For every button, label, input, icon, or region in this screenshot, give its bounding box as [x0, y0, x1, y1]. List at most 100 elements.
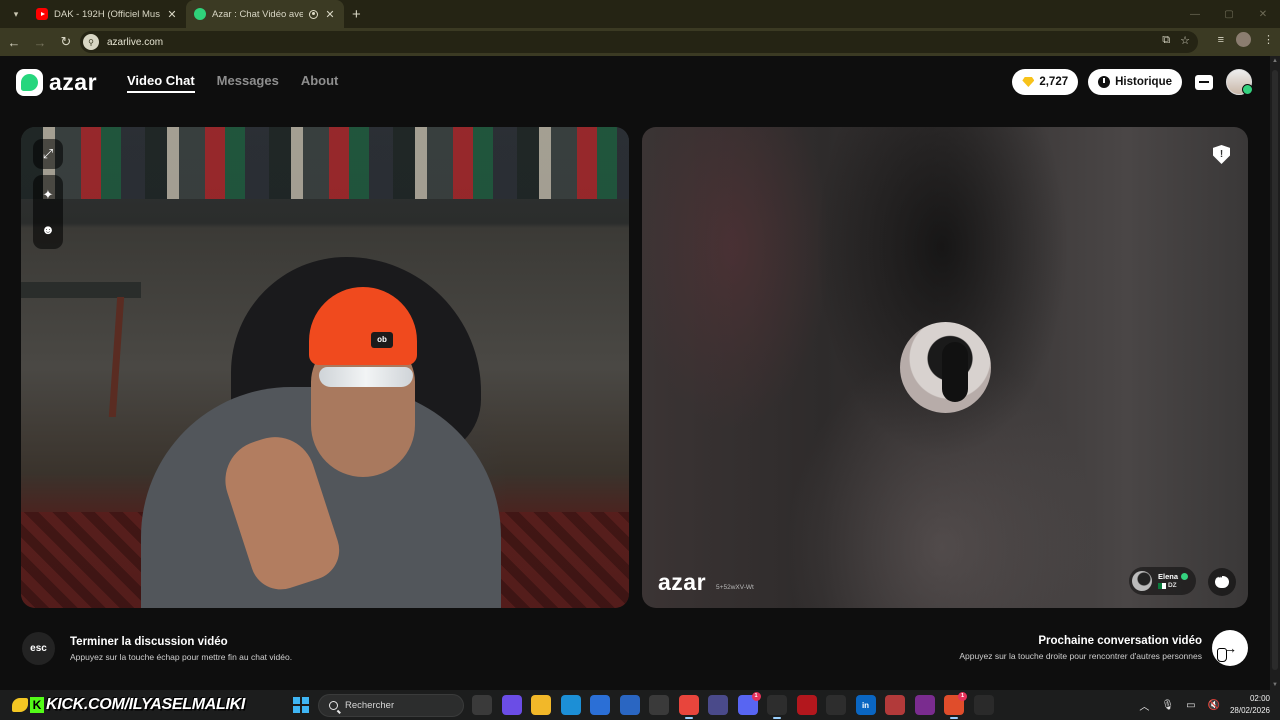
header-actions: 2,727 Historique	[1012, 69, 1253, 95]
onenote-icon[interactable]	[914, 695, 935, 715]
minimize-icon[interactable]: —	[1178, 0, 1212, 28]
remote-video-panel: ! azar 5+52wXV-Wt Elena DZ	[642, 127, 1248, 608]
windows-start-icon[interactable]	[293, 697, 309, 713]
windows-taskbar: K KICK.COM/ILYASELMALIKI Rechercher 1 in 1…	[0, 690, 1280, 720]
brave-icon[interactable]: 1	[944, 692, 967, 719]
close-tab-icon[interactable]: ✕	[166, 8, 178, 21]
reload-icon[interactable]: ↻	[54, 30, 78, 54]
tab-azar[interactable]: Azar : Chat Vidéo avec de nouveaux amis …	[186, 0, 344, 28]
youtube-icon	[36, 8, 48, 20]
back-arrow-icon[interactable]: ←	[2, 30, 26, 54]
gems-button[interactable]: 2,727	[1012, 69, 1079, 95]
forward-arrow-icon[interactable]: →	[28, 30, 52, 54]
media-control-icon[interactable]: ≡	[1218, 34, 1224, 46]
azar-logo[interactable]: azar	[16, 69, 97, 96]
shop-button[interactable]	[1192, 70, 1216, 94]
store-icon[interactable]	[590, 695, 610, 715]
shop-icon	[1195, 74, 1213, 90]
scroll-up-icon[interactable]: ▲	[1272, 58, 1278, 64]
end-chat-subtitle: Appuyez sur la touche échap pour mettre …	[70, 651, 293, 662]
beanie-logo: ob	[371, 332, 393, 348]
user-avatar[interactable]	[1226, 69, 1253, 95]
microphone-icon[interactable]: 🎙	[1161, 700, 1174, 711]
file-explorer-icon[interactable]	[531, 695, 551, 715]
url-text: azarlive.com	[107, 36, 164, 48]
chat-bubble-icon	[1215, 574, 1229, 588]
effects-group: ✦ ☻	[33, 175, 63, 249]
history-button[interactable]: Historique	[1088, 69, 1182, 95]
notification-badge: 1	[751, 692, 761, 701]
volume-muted-icon[interactable]: 🔇	[1208, 700, 1220, 711]
tab-title: DAK - 192H (Officiel Music Audio)	[54, 8, 160, 20]
new-tab-button[interactable]: +	[352, 6, 361, 23]
edge-icon[interactable]	[560, 695, 581, 715]
esc-key-button[interactable]: esc	[22, 632, 55, 665]
partner-avatar	[1131, 571, 1152, 591]
search-placeholder: Rechercher	[345, 700, 395, 711]
next-chat-subtitle: Appuyez sur la touche droite pour rencon…	[959, 651, 1202, 661]
tray-chevron-icon[interactable]: ︿	[1139, 698, 1149, 713]
obs-icon[interactable]	[767, 695, 787, 719]
profile-avatar-icon[interactable]	[1236, 32, 1251, 47]
nav-messages[interactable]: Messages	[217, 73, 279, 93]
address-bar: ← → ↻ ⚲ azarlive.com ⧉ ☆ ≡ ⋮	[0, 28, 1280, 56]
azar-watermark: azar 5+52wXV-Wt	[658, 571, 754, 594]
partner-info-chip[interactable]: Elena DZ	[1128, 567, 1196, 595]
display-icon[interactable]: ▭	[1186, 700, 1195, 711]
taskbar-apps: 1 in 1	[472, 692, 994, 719]
task-view-icon[interactable]	[472, 695, 492, 715]
magic-wand-icon[interactable]: ✦	[33, 181, 63, 209]
app-launcher-icon[interactable]	[649, 695, 669, 715]
page-scrollbar[interactable]: ▲ ▼	[1270, 56, 1280, 690]
end-chat-title: Terminer la discussion vidéo	[70, 635, 228, 648]
sticker-icon[interactable]: ☻	[33, 215, 63, 243]
copilot-icon[interactable]	[501, 695, 522, 715]
kick-logo-icon: K	[30, 697, 44, 713]
install-app-icon[interactable]: ⧉	[1162, 34, 1170, 47]
nav-about[interactable]: About	[301, 73, 339, 93]
bookmark-star-icon[interactable]: ☆	[1180, 34, 1190, 47]
background-table	[21, 282, 141, 298]
clock-icon	[1098, 76, 1111, 88]
scroll-down-icon[interactable]: ▼	[1272, 682, 1278, 688]
sunglasses	[319, 367, 413, 387]
menu-kebab-icon[interactable]: ⋮	[1263, 33, 1274, 46]
streamer-tool-icon[interactable]	[826, 695, 846, 715]
chat-button[interactable]	[1208, 568, 1236, 596]
close-tab-icon[interactable]: ✕	[324, 8, 336, 21]
scroll-thumb[interactable]	[1272, 70, 1278, 670]
report-shield-icon[interactable]: !	[1213, 145, 1230, 164]
url-field[interactable]: ⚲ azarlive.com ⧉ ☆	[80, 31, 1198, 53]
kick-channel-text: KICK.COM/ILYASELMALIKI	[46, 696, 246, 713]
mail-icon[interactable]	[619, 695, 640, 715]
close-window-icon[interactable]: ✕	[1246, 0, 1280, 28]
taskbar-search[interactable]: Rechercher	[318, 694, 464, 717]
stream-overlay: K KICK.COM/ILYASELMALIKI	[12, 694, 245, 716]
notes-icon[interactable]	[885, 695, 905, 715]
discord-icon[interactable]: 1	[737, 692, 761, 715]
system-clock[interactable]: 02:00 28/02/2026	[1230, 693, 1270, 717]
notification-badge: 1	[958, 692, 967, 701]
site-info-icon[interactable]: ⚲	[83, 34, 99, 50]
watermark-text: azar	[658, 569, 707, 595]
tab-search-icon[interactable]: ▾	[4, 4, 28, 24]
acrobat-icon[interactable]	[796, 695, 817, 715]
expand-icon[interactable]: ⤢	[33, 139, 63, 169]
system-tray: ︿ 🎙 ▭ 🔇	[1139, 698, 1220, 713]
maximize-icon[interactable]: ▢	[1212, 0, 1246, 28]
nav-video-chat[interactable]: Video Chat	[127, 73, 195, 93]
azar-logo-icon	[16, 69, 43, 96]
tab-bar: ▾ DAK - 192H (Officiel Music Audio) ✕ Az…	[0, 0, 1280, 28]
tab-youtube[interactable]: DAK - 192H (Officiel Music Audio) ✕	[28, 0, 186, 28]
chrome-icon[interactable]	[678, 695, 699, 719]
linkedin-icon[interactable]: in	[855, 695, 876, 715]
session-code: 5+52wXV-Wt	[716, 584, 754, 591]
logo-wordmark: azar	[49, 69, 98, 95]
background-shelf	[21, 127, 629, 199]
tab-title: Azar : Chat Vidéo avec de nouveaux amis	[212, 8, 303, 20]
verified-icon	[1181, 573, 1188, 580]
window-controls: — ▢ ✕	[1178, 0, 1280, 28]
kick-icon[interactable]	[973, 695, 994, 715]
gem-icon	[1022, 77, 1035, 87]
game-controller-icon[interactable]	[708, 695, 728, 715]
